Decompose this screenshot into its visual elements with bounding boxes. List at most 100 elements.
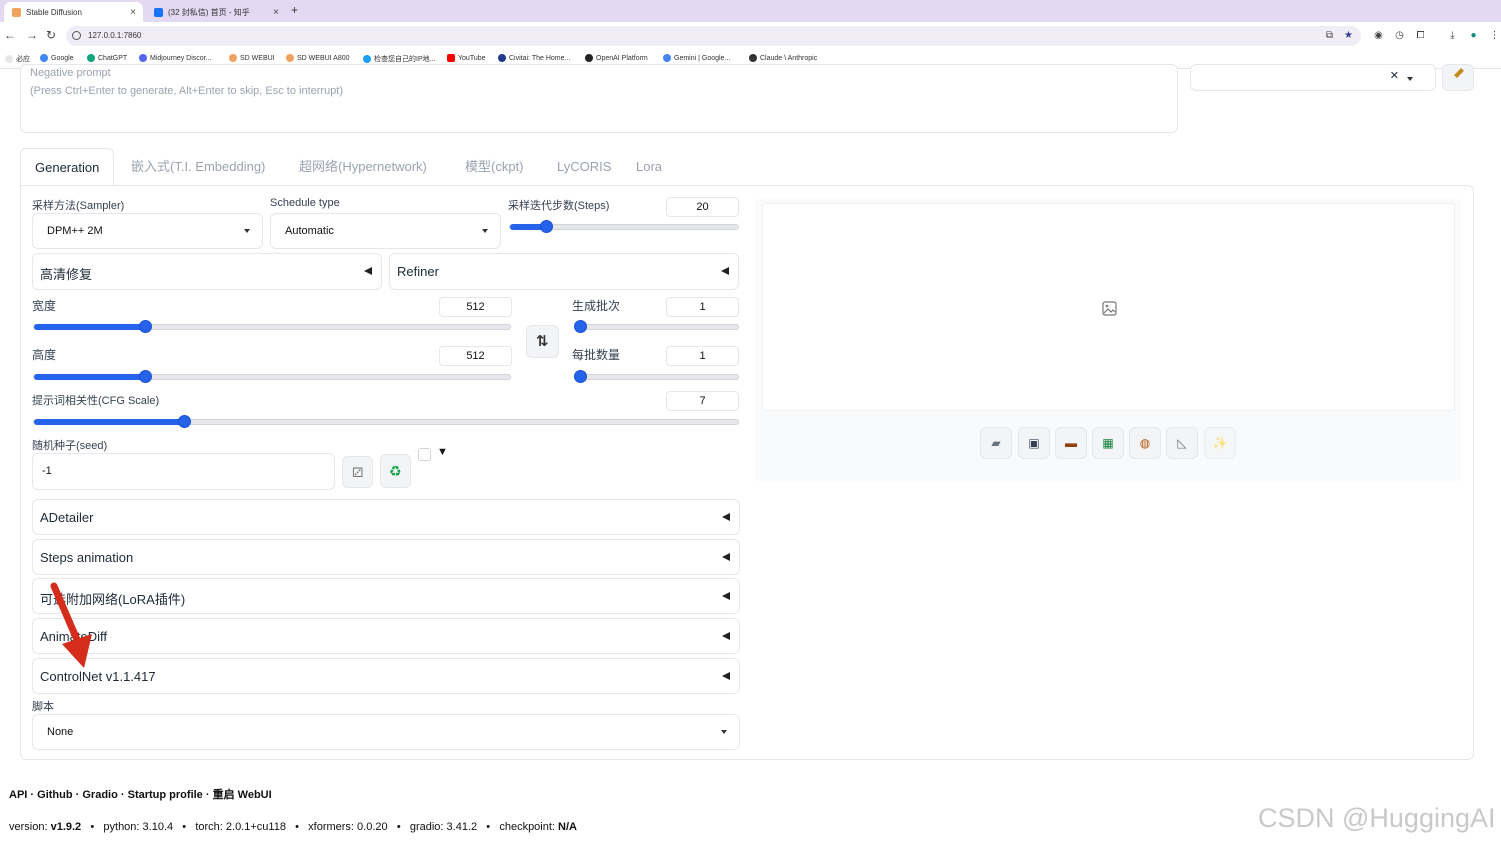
slider-thumb[interactable] [138, 320, 152, 333]
send-to-inpaint-button[interactable]: ◍ [1129, 427, 1161, 459]
bookmark-item[interactable]: Gemini | Google... [663, 54, 730, 62]
version-value[interactable]: v1.9.2 [51, 821, 82, 833]
slider-thumb[interactable] [177, 415, 191, 428]
width-slider[interactable] [33, 320, 511, 333]
bookmark-star-icon[interactable]: ★ [1343, 30, 1354, 41]
width-input[interactable]: 512 [439, 297, 512, 317]
menu-kebab-icon[interactable]: ⋮ [1489, 30, 1500, 41]
accordion-steps-animation[interactable]: Steps animation [32, 539, 740, 575]
height-slider[interactable] [33, 370, 511, 383]
forward-icon[interactable]: → [26, 28, 38, 42]
negative-prompt-placeholder: Negative prompt [30, 67, 111, 79]
profile-avatar-icon[interactable]: ● [1468, 30, 1479, 41]
steps-slider[interactable] [509, 220, 739, 233]
translate-icon[interactable]: ⧉ [1324, 30, 1335, 41]
accordion-animatediff[interactable]: AnimateDiff [32, 618, 740, 654]
footer-link-gradio[interactable]: Gradio [82, 789, 117, 801]
hires-fix-label: 高清修复 [40, 267, 93, 282]
schedule-type-label: Schedule type [270, 197, 340, 209]
reuse-seed-button[interactable]: ♻ [380, 454, 411, 488]
refiner-label: Refiner [397, 264, 439, 279]
batch-count-input[interactable]: 1 [666, 297, 739, 317]
sd-icon [286, 54, 294, 62]
slider-thumb[interactable] [574, 320, 587, 333]
url-field[interactable]: 127.0.0.1:7860 [66, 26, 1361, 46]
reload-icon[interactable]: ↻ [46, 28, 56, 42]
bookmark-item[interactable]: ChatGPT [87, 54, 127, 62]
save-button[interactable]: ▣ [1018, 427, 1050, 459]
accordion-additional-networks[interactable]: 可选附加网络(LoRA插件) [32, 578, 740, 614]
batch-size-slider[interactable] [574, 370, 739, 383]
close-tab-icon[interactable]: × [273, 7, 279, 18]
height-input[interactable]: 512 [439, 346, 512, 366]
bookmark-item[interactable]: SD WEBUI A800 [286, 54, 350, 62]
sampler-select[interactable]: DPM++ 2M [32, 213, 263, 249]
chevron-down-icon[interactable] [1407, 77, 1413, 81]
send-to-other-button[interactable]: ✨ [1204, 427, 1236, 459]
swap-dimensions-button[interactable]: ⇅ [526, 325, 559, 358]
ip-check-icon [363, 55, 371, 63]
styles-dropdown[interactable]: ✕ [1190, 64, 1436, 91]
bookmark-item[interactable]: Midjourney Discor... [139, 54, 211, 62]
bookmark-item[interactable]: 必应 [5, 54, 30, 64]
youtube-icon [447, 54, 455, 62]
clear-styles-icon[interactable]: ✕ [1390, 69, 1399, 82]
tab-lycoris[interactable]: LyCORIS [557, 148, 611, 186]
accordion-controlnet[interactable]: ControlNet v1.1.417 [32, 658, 740, 694]
anthropic-icon [749, 54, 757, 62]
refiner-accordion[interactable]: Refiner [389, 253, 739, 290]
accordion-adetailer[interactable]: ADetailer [32, 499, 740, 535]
tab-generation[interactable]: Generation [20, 148, 115, 186]
bookmark-item[interactable]: Civitai: The Home... [498, 54, 570, 62]
extra-seed-checkbox[interactable] [418, 448, 431, 461]
slider-thumb[interactable] [574, 370, 587, 383]
script-select[interactable]: None [32, 714, 740, 750]
bookmark-item[interactable]: OpenAI Platform [585, 54, 648, 62]
steps-input[interactable]: 20 [666, 197, 739, 217]
zip-button[interactable]: ▬ [1055, 427, 1087, 459]
bookmark-item[interactable]: Google [40, 54, 74, 62]
footer-link-startup-profile[interactable]: Startup profile [128, 789, 203, 801]
script-label: 脚本 [32, 701, 54, 713]
browser-tab-zhihu[interactable]: (32 封私信) 首页 - 知乎 × [146, 2, 286, 22]
extension-icon[interactable]: ◉ [1373, 30, 1384, 41]
bookmark-item[interactable]: 检查您自己的IP地... [363, 54, 435, 64]
footer-links: API · Github · Gradio · Startup profile … [9, 786, 272, 802]
site-info-icon[interactable] [72, 31, 81, 40]
download-icon[interactable]: ⤓ [1447, 30, 1458, 41]
cfg-scale-slider[interactable] [33, 415, 739, 428]
back-icon[interactable]: ← [4, 28, 16, 42]
footer-link-api[interactable]: API [9, 789, 27, 801]
tab-lora[interactable]: Lora [636, 148, 662, 186]
tab-hypernetwork[interactable]: 超网络(Hypernetwork) [299, 148, 427, 186]
random-seed-button[interactable]: ⚂ [342, 456, 373, 488]
batch-count-slider[interactable] [574, 320, 739, 333]
tab-checkpoint[interactable]: 模型(ckpt) [465, 148, 524, 186]
close-tab-icon[interactable]: × [130, 7, 136, 18]
bookmark-item[interactable]: YouTube [447, 54, 486, 62]
bookmark-item[interactable]: Claude \ Anthropic [749, 54, 817, 62]
slider-thumb[interactable] [138, 370, 152, 383]
new-tab-button[interactable]: + [291, 3, 298, 17]
cfg-scale-input[interactable]: 7 [666, 391, 739, 411]
open-folder-button[interactable]: ▰ [980, 427, 1012, 459]
negative-prompt-textarea[interactable]: Negative prompt (Press Ctrl+Enter to gen… [20, 64, 1178, 133]
footer-link-reload-ui[interactable]: 重启 WebUI [213, 789, 272, 801]
schedule-type-select[interactable]: Automatic [270, 213, 501, 249]
send-to-img2img-button[interactable]: ▦ [1092, 427, 1124, 459]
edit-styles-button[interactable] [1442, 64, 1474, 91]
batch-size-input[interactable]: 1 [666, 346, 739, 366]
footer-link-github[interactable]: Github [37, 789, 72, 801]
browser-tab-stable-diffusion[interactable]: Stable Diffusion × [4, 2, 143, 22]
collapse-triangle-icon [722, 513, 730, 521]
extensions-puzzle-icon[interactable]: ⧠ [1415, 30, 1426, 41]
extra-seed-toggle-icon[interactable]: ▼ [437, 446, 448, 458]
tab-embedding[interactable]: 嵌入式(T.I. Embedding) [131, 148, 265, 186]
accordion-title: ADetailer [40, 510, 94, 525]
hires-fix-accordion[interactable]: 高清修复 [32, 253, 382, 290]
send-to-extras-button[interactable]: ◺ [1166, 427, 1198, 459]
seed-input[interactable]: -1 [32, 453, 335, 490]
history-icon[interactable]: ◷ [1394, 30, 1405, 41]
bookmark-item[interactable]: SD WEBUI [229, 54, 275, 62]
seed-label: 随机种子(seed) [32, 440, 108, 452]
